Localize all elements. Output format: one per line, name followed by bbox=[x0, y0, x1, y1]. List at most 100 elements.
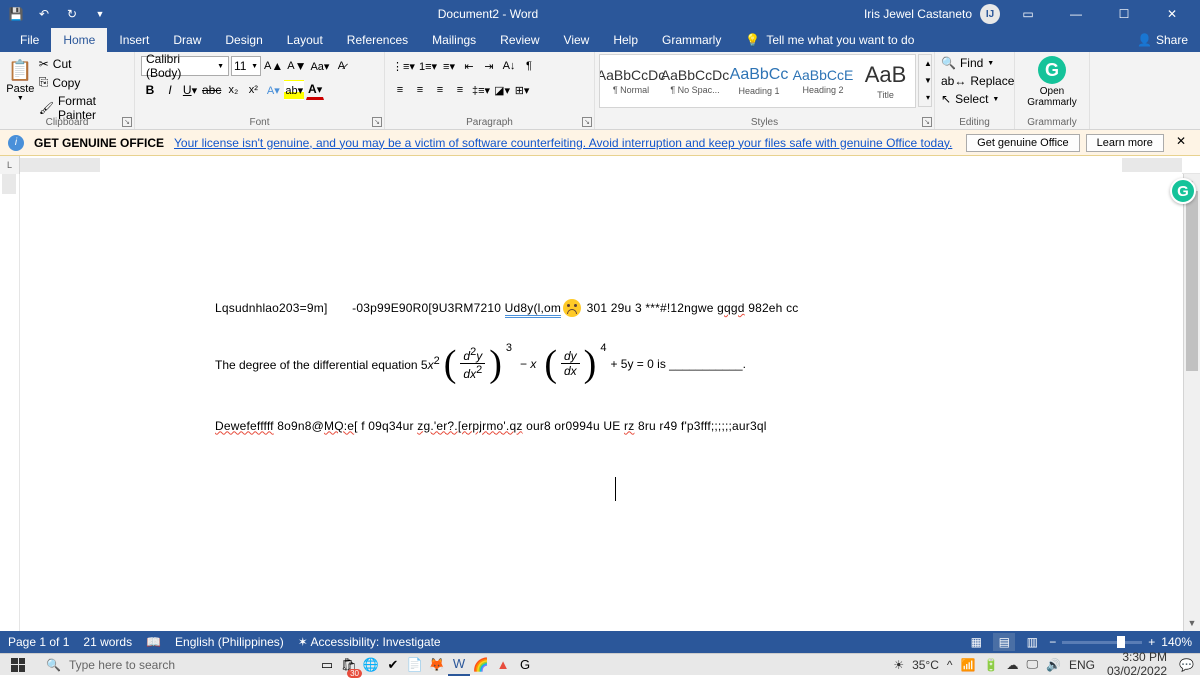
cut-button[interactable]: ✂Cut bbox=[37, 56, 130, 72]
lang-indicator[interactable]: ENG bbox=[1069, 658, 1095, 672]
align-left-button[interactable]: ≡ bbox=[391, 80, 409, 100]
bullets-button[interactable]: ⋮≡▾ bbox=[391, 56, 416, 76]
style-heading1[interactable]: AaBbCcHeading 1 bbox=[728, 55, 790, 107]
close-warning-icon[interactable]: ✕ bbox=[1170, 134, 1192, 152]
page-viewport[interactable]: Lqsudnhlao203=9m] -03p99E90R0[9U3RM7210 … bbox=[20, 174, 1200, 631]
style-nospacing[interactable]: AaBbCcDc¶ No Spac... bbox=[664, 55, 726, 107]
font-dialog-launcher[interactable]: ↘ bbox=[372, 117, 382, 127]
read-mode-icon[interactable]: ▦ bbox=[965, 633, 987, 651]
superscript-button[interactable]: x² bbox=[244, 80, 262, 100]
clipboard-dialog-launcher[interactable]: ↘ bbox=[122, 117, 132, 127]
multilevel-button[interactable]: ≡▾ bbox=[440, 56, 458, 76]
numbering-button[interactable]: 1≡▾ bbox=[418, 56, 438, 76]
justify-button[interactable]: ≡ bbox=[451, 80, 469, 100]
align-right-button[interactable]: ≡ bbox=[431, 80, 449, 100]
show-marks-button[interactable]: ¶ bbox=[520, 56, 538, 76]
ribbon-display-icon[interactable]: ▭ bbox=[1008, 0, 1048, 28]
tab-references[interactable]: References bbox=[335, 28, 420, 52]
grammarly-icon[interactable]: G bbox=[1038, 56, 1066, 84]
borders-button[interactable]: ⊞▾ bbox=[513, 80, 531, 100]
avatar[interactable]: IJ bbox=[980, 4, 1000, 24]
store-icon[interactable]: 🛍30 bbox=[338, 654, 360, 676]
line-spacing-button[interactable]: ‡≡▾ bbox=[471, 80, 491, 100]
underline-button[interactable]: U▾ bbox=[181, 80, 199, 100]
text-effects-button[interactable]: A▾ bbox=[264, 80, 282, 100]
tab-home[interactable]: Home bbox=[51, 28, 107, 52]
tab-design[interactable]: Design bbox=[213, 28, 274, 52]
accessibility-indicator[interactable]: ✶ Accessibility: Investigate bbox=[298, 635, 441, 649]
qat-more-icon[interactable]: ▼ bbox=[88, 2, 112, 26]
todo-icon[interactable]: ✔ bbox=[382, 654, 404, 676]
wifi-icon[interactable]: 📶 bbox=[961, 658, 976, 672]
style-heading2[interactable]: AaBbCcEHeading 2 bbox=[792, 55, 854, 107]
tray-chevron-icon[interactable]: ^ bbox=[947, 658, 953, 672]
grammarly-float-icon[interactable]: G bbox=[1170, 178, 1196, 204]
edge-icon[interactable]: 🌐 bbox=[360, 654, 382, 676]
spellcheck-icon[interactable]: 📖 bbox=[146, 635, 161, 649]
copy-button[interactable]: ⎘Copy bbox=[37, 74, 130, 91]
share-button[interactable]: 👤 Share bbox=[1137, 33, 1200, 47]
undo-icon[interactable]: ↶ bbox=[32, 2, 56, 26]
page-indicator[interactable]: Page 1 of 1 bbox=[8, 635, 69, 649]
paste-button[interactable]: 📋 Paste ▼ bbox=[4, 54, 37, 114]
vertical-ruler[interactable] bbox=[0, 174, 20, 631]
print-layout-icon[interactable]: ▤ bbox=[993, 633, 1015, 651]
app-icon[interactable]: G bbox=[514, 654, 536, 676]
minimize-icon[interactable]: — bbox=[1056, 0, 1096, 28]
decrease-indent-button[interactable]: ⇤ bbox=[460, 56, 478, 76]
zoom-handle[interactable] bbox=[1117, 636, 1125, 648]
save-icon[interactable]: 💾 bbox=[4, 2, 28, 26]
shrink-font-button[interactable]: A▼ bbox=[286, 56, 307, 76]
word-icon[interactable]: W bbox=[448, 654, 470, 676]
highlight-button[interactable]: ab▾ bbox=[284, 80, 304, 100]
tab-draw[interactable]: Draw bbox=[161, 28, 213, 52]
battery-icon[interactable]: 🔋 bbox=[983, 658, 998, 672]
language-indicator[interactable]: English (Philippines) bbox=[175, 635, 284, 649]
scroll-down-icon[interactable]: ▼ bbox=[1184, 614, 1200, 631]
taskbar-search[interactable]: 🔍Type here to search bbox=[36, 654, 316, 676]
close-icon[interactable]: ✕ bbox=[1152, 0, 1192, 28]
sort-button[interactable]: A↓ bbox=[500, 56, 518, 76]
weather-icon[interactable]: ☀ bbox=[893, 658, 904, 672]
align-center-button[interactable]: ≡ bbox=[411, 80, 429, 100]
zoom-out-button[interactable]: − bbox=[1049, 635, 1056, 649]
volume-icon[interactable]: 🔊 bbox=[1046, 658, 1061, 672]
style-normal[interactable]: AaBbCcDc¶ Normal bbox=[600, 55, 662, 107]
clock[interactable]: 3:30 PM 03/02/2022 bbox=[1103, 651, 1171, 677]
replace-button[interactable]: ab↔Replace bbox=[939, 72, 1010, 90]
strikethrough-button[interactable]: abc bbox=[201, 80, 222, 100]
style-title[interactable]: AaBTitle bbox=[856, 55, 915, 107]
web-layout-icon[interactable]: ▥ bbox=[1021, 633, 1043, 651]
styles-gallery[interactable]: AaBbCcDc¶ Normal AaBbCcDc¶ No Spac... Aa… bbox=[599, 54, 916, 108]
zoom-value[interactable]: 140% bbox=[1161, 635, 1192, 649]
tab-layout[interactable]: Layout bbox=[275, 28, 335, 52]
warning-link[interactable]: Your license isn't genuine, and you may … bbox=[174, 136, 952, 150]
tab-mailings[interactable]: Mailings bbox=[420, 28, 488, 52]
select-button[interactable]: ↖Select▼ bbox=[939, 90, 1010, 108]
vertical-scrollbar[interactable]: ▲ ▼ bbox=[1183, 174, 1200, 631]
onedrive-icon[interactable]: ☁ bbox=[1006, 658, 1018, 672]
grow-font-button[interactable]: A▲ bbox=[263, 56, 284, 76]
word-count[interactable]: 21 words bbox=[83, 635, 132, 649]
notifications-icon[interactable]: 💬 bbox=[1179, 658, 1194, 672]
tab-review[interactable]: Review bbox=[488, 28, 551, 52]
increase-indent-button[interactable]: ⇥ bbox=[480, 56, 498, 76]
bold-button[interactable]: B bbox=[141, 80, 159, 100]
browser-icon[interactable]: 🦊 bbox=[426, 654, 448, 676]
find-button[interactable]: 🔍Find▼ bbox=[939, 54, 1010, 72]
temperature[interactable]: 35°C bbox=[912, 658, 939, 672]
styles-dialog-launcher[interactable]: ↘ bbox=[922, 117, 932, 127]
redo-icon[interactable]: ↻ bbox=[60, 2, 84, 26]
learn-more-button[interactable]: Learn more bbox=[1086, 134, 1164, 152]
scroll-thumb[interactable] bbox=[1186, 191, 1198, 371]
tab-view[interactable]: View bbox=[552, 28, 602, 52]
clear-format-button[interactable]: A̷ bbox=[332, 56, 350, 76]
font-color-button[interactable]: A▾ bbox=[306, 80, 324, 100]
tab-grammarly[interactable]: Grammarly bbox=[650, 28, 733, 52]
tab-help[interactable]: Help bbox=[601, 28, 650, 52]
subscript-button[interactable]: x₂ bbox=[224, 80, 242, 100]
tell-me-search[interactable]: 💡 Tell me what you want to do bbox=[745, 33, 914, 47]
italic-button[interactable]: I bbox=[161, 80, 179, 100]
chrome-icon[interactable]: 🌈 bbox=[470, 654, 492, 676]
acrobat-icon[interactable]: ▲ bbox=[492, 654, 514, 676]
